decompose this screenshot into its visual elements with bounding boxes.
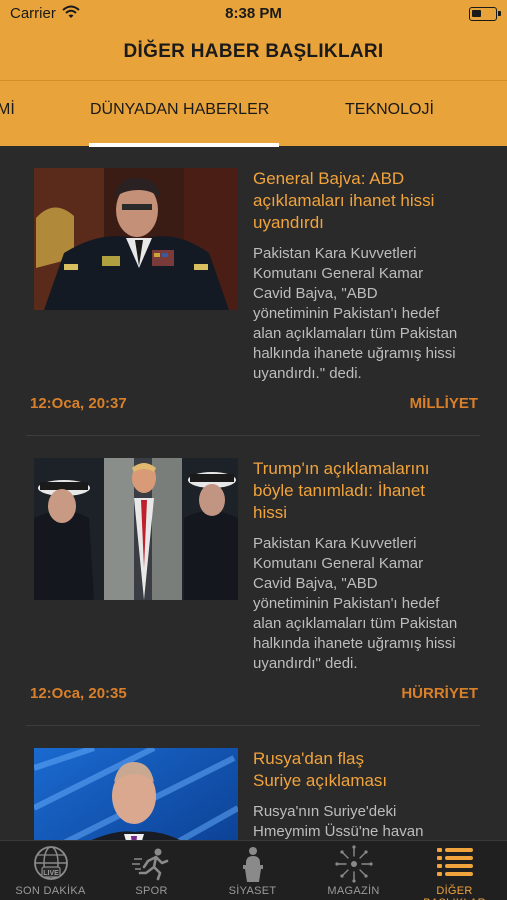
tab-partial[interactable]: Mİ: [0, 101, 15, 119]
summary-line: Komutanı General Kamar: [253, 265, 424, 282]
headline-line: uyandırdı: [253, 213, 324, 232]
bottom-tab-bar: LIVE SON DAKİKA SPOR SİYASET MAGAZİN DİĞ…: [0, 840, 507, 900]
article-headline[interactable]: Trump'ın açıklamalarını böyle tanımladı:…: [253, 458, 493, 524]
tabbar-label: DİĞER BAŞLIKLAR: [423, 885, 485, 900]
nav-header: DİĞER HABER BAŞLIKLARI: [0, 28, 507, 80]
headline-line: açıklamaları ihanet hissi: [253, 191, 435, 210]
tabbar-label: SON DAKİKA: [15, 885, 86, 897]
summary-line: uyandırdı" dedi.: [253, 655, 358, 672]
summary-line: yönetiminin Pakistan'ı hedef: [253, 595, 440, 612]
article-timestamp: 12:Oca, 20:35: [30, 685, 127, 702]
divider: [26, 725, 480, 726]
article-source[interactable]: HÜRRİYET: [401, 685, 478, 702]
article-summary: Rusya'nın Suriye'deki Hmeymim Üssü'ne ha…: [253, 802, 493, 840]
tabbar-label: MAGAZİN: [327, 885, 380, 897]
article-headline[interactable]: Rusya'dan flaş Suriye açıklaması: [253, 748, 493, 792]
summary-line: Komutanı General Kamar: [253, 555, 424, 572]
live-badge: LIVE: [43, 870, 59, 877]
article-thumbnail[interactable]: [34, 458, 238, 600]
globe-live-icon: LIVE: [0, 845, 101, 883]
summary-line: alan açıklamaları tüm Pakistan: [253, 615, 458, 632]
tabbar-label: SPOR: [135, 885, 168, 897]
article-summary: Pakistan Kara Kuvvetleri Komutanı Genera…: [253, 534, 493, 674]
summary-line: Pakistan Kara Kuvvetleri: [253, 245, 417, 262]
tabbar-spor[interactable]: SPOR: [101, 841, 202, 900]
summary-line: Rusya'nın Suriye'deki: [253, 803, 397, 820]
tabbar-siyaset[interactable]: SİYASET: [202, 841, 303, 900]
article-headline[interactable]: General Bajva: ABD açıklamaları ihanet h…: [253, 168, 493, 234]
summary-line: halkında ihanete uğramış hissi: [253, 345, 456, 362]
divider: [26, 435, 480, 436]
headline-line: hissi: [253, 503, 288, 522]
summary-line: Cavid Bajva, "ABD: [253, 575, 378, 592]
clock: 8:38 PM: [225, 5, 282, 22]
summary-line: Cavid Bajva, "ABD: [253, 285, 378, 302]
sparkle-icon: [303, 845, 404, 883]
category-tabs: Mİ DÜNYADAN HABERLER TEKNOLOJİ: [0, 80, 507, 147]
headline-line: Trump'ın açıklamalarını: [253, 459, 430, 478]
summary-line: alan açıklamaları tüm Pakistan: [253, 325, 458, 342]
tabbar-son-dakika[interactable]: LIVE SON DAKİKA: [0, 841, 101, 900]
tab-dunyadan-haberler[interactable]: DÜNYADAN HABERLER: [90, 101, 269, 119]
summary-line: Pakistan Kara Kuvvetleri: [253, 535, 417, 552]
article-thumbnail[interactable]: [34, 168, 238, 310]
news-feed[interactable]: General Bajva: ABD açıklamaları ihanet h…: [0, 146, 507, 840]
runner-icon: [101, 845, 202, 883]
status-bar: Carrier 8:38 PM: [0, 0, 507, 28]
page-title: DİĞER HABER BAŞLIKLARI: [123, 41, 384, 62]
headline-line: Suriye açıklaması: [253, 771, 388, 790]
article-source[interactable]: MİLLİYET: [410, 395, 478, 412]
article-summary: Pakistan Kara Kuvvetleri Komutanı Genera…: [253, 244, 493, 384]
headline-line: General Bajva: ABD: [253, 169, 405, 188]
tabbar-label: SİYASET: [228, 885, 277, 897]
article-thumbnail[interactable]: [34, 748, 238, 840]
podium-speaker-icon: [202, 845, 303, 883]
summary-line: halkında ihanete uğramış hissi: [253, 635, 456, 652]
summary-line: yönetiminin Pakistan'ı hedef: [253, 305, 440, 322]
summary-line: uyandırdı." dedi.: [253, 365, 362, 382]
tab-teknoloji[interactable]: TEKNOLOJİ: [345, 101, 434, 119]
headline-line: Rusya'dan flaş: [253, 749, 364, 768]
tabbar-diger-basliklar[interactable]: DİĞER BAŞLIKLAR: [404, 841, 505, 900]
tabbar-magazin[interactable]: MAGAZİN: [303, 841, 404, 900]
battery-icon: [469, 7, 501, 21]
summary-line: Hmeymim Üssü'ne havan: [253, 823, 424, 840]
headline-line: böyle tanımladı: İhanet: [253, 481, 426, 500]
article-timestamp: 12:Oca, 20:37: [30, 395, 127, 412]
list-icon: [404, 845, 505, 883]
